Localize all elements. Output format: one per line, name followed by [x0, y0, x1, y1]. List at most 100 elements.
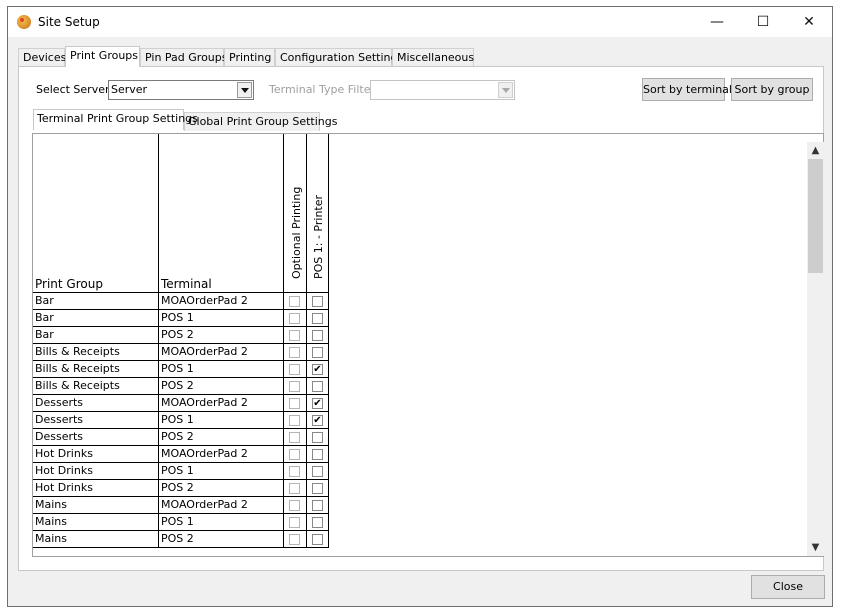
- table-row[interactable]: Hot Drinks POS 1: [33, 463, 329, 480]
- select-server-label: Select Server:: [36, 83, 114, 96]
- title-bar: Site Setup — ☐ ✕: [8, 7, 832, 37]
- column-header-terminal[interactable]: Terminal: [159, 134, 284, 293]
- pos1-printer-checkbox[interactable]: [312, 449, 323, 460]
- tab-printing[interactable]: Printing: [224, 48, 275, 66]
- table-row[interactable]: Desserts MOAOrderPad 2 ✔: [33, 395, 329, 412]
- optional-printing-checkbox[interactable]: [289, 466, 300, 477]
- cell-pos1-printer: [307, 497, 329, 514]
- cell-optional-printing: [284, 446, 307, 463]
- column-header-label: POS 1: - Printer: [312, 194, 325, 279]
- cell-pos1-printer: ✔: [307, 361, 329, 378]
- print-group-grid: Print Group Terminal Optional Printing P…: [32, 133, 824, 557]
- cell-terminal: POS 2: [159, 429, 284, 446]
- scrollbar-thumb[interactable]: [808, 159, 823, 273]
- table-row[interactable]: Bar POS 2: [33, 327, 329, 344]
- scroll-down-icon[interactable]: ▼: [807, 539, 824, 556]
- cell-print-group: Desserts: [33, 412, 159, 429]
- table-row[interactable]: Hot Drinks MOAOrderPad 2: [33, 446, 329, 463]
- pos1-printer-checkbox[interactable]: ✔: [312, 398, 323, 409]
- pos1-printer-checkbox[interactable]: [312, 500, 323, 511]
- tab-pin-pad-groups[interactable]: Pin Pad Groups: [140, 48, 228, 66]
- optional-printing-checkbox[interactable]: [289, 381, 300, 392]
- cell-terminal: POS 2: [159, 327, 284, 344]
- pos1-printer-checkbox[interactable]: ✔: [312, 415, 323, 426]
- cell-pos1-printer: [307, 514, 329, 531]
- optional-printing-checkbox[interactable]: [289, 330, 300, 341]
- optional-printing-checkbox[interactable]: [289, 364, 300, 375]
- table-row[interactable]: Mains POS 1: [33, 514, 329, 531]
- cell-print-group: Bills & Receipts: [33, 344, 159, 361]
- optional-printing-checkbox[interactable]: [289, 398, 300, 409]
- optional-printing-checkbox[interactable]: [289, 432, 300, 443]
- column-header-optional-printing[interactable]: Optional Printing: [284, 134, 307, 293]
- column-header-print-group[interactable]: Print Group: [33, 134, 159, 293]
- optional-printing-checkbox[interactable]: [289, 347, 300, 358]
- tab-terminal-print-group-settings[interactable]: Terminal Print Group Settings: [33, 109, 198, 130]
- cell-pos1-printer: [307, 446, 329, 463]
- tab-print-groups[interactable]: Print Groups: [65, 46, 140, 67]
- close-window-button[interactable]: ✕: [786, 7, 832, 37]
- optional-printing-checkbox[interactable]: [289, 500, 300, 511]
- tab-miscellaneous[interactable]: Miscellaneous: [392, 48, 474, 66]
- tab-configuration-settings[interactable]: Configuration Settings: [275, 48, 403, 66]
- cell-print-group: Hot Drinks: [33, 480, 159, 497]
- cell-optional-printing: [284, 514, 307, 531]
- server-select[interactable]: Server: [108, 80, 254, 100]
- column-header-label: Optional Printing: [290, 186, 303, 279]
- pos1-printer-checkbox[interactable]: [312, 330, 323, 341]
- pos1-printer-checkbox[interactable]: [312, 466, 323, 477]
- tab-global-print-group-settings[interactable]: Global Print Group Settings: [184, 112, 338, 131]
- optional-printing-checkbox[interactable]: [289, 449, 300, 460]
- optional-printing-checkbox[interactable]: [289, 313, 300, 324]
- cell-optional-printing: [284, 429, 307, 446]
- pos1-printer-checkbox[interactable]: [312, 534, 323, 545]
- pos1-printer-checkbox[interactable]: ✔: [312, 364, 323, 375]
- sort-by-terminal-button[interactable]: Sort by terminal: [642, 78, 732, 101]
- cell-print-group: Desserts: [33, 395, 159, 412]
- tab-devices[interactable]: Devices: [18, 48, 66, 66]
- maximize-button[interactable]: ☐: [740, 7, 786, 37]
- cell-print-group: Desserts: [33, 429, 159, 446]
- column-header-pos1-printer[interactable]: POS 1: - Printer: [307, 134, 329, 293]
- cell-terminal: POS 2: [159, 531, 284, 548]
- close-button[interactable]: Close: [751, 575, 825, 599]
- optional-printing-checkbox[interactable]: [289, 483, 300, 494]
- cell-pos1-printer: [307, 378, 329, 395]
- cell-terminal: MOAOrderPad 2: [159, 344, 284, 361]
- cell-optional-printing: [284, 344, 307, 361]
- table-row[interactable]: Mains POS 2: [33, 531, 329, 548]
- pos1-printer-checkbox[interactable]: [312, 296, 323, 307]
- terminal-type-filter-select[interactable]: [370, 80, 515, 100]
- pos1-printer-checkbox[interactable]: [312, 517, 323, 528]
- sort-by-group-button[interactable]: Sort by group: [731, 78, 813, 101]
- cell-optional-printing: [284, 531, 307, 548]
- minimize-button[interactable]: —: [694, 7, 740, 37]
- chevron-down-icon[interactable]: [498, 82, 513, 98]
- table-row[interactable]: Desserts POS 2: [33, 429, 329, 446]
- cell-print-group: Bar: [33, 327, 159, 344]
- pos1-printer-checkbox[interactable]: [312, 313, 323, 324]
- optional-printing-checkbox[interactable]: [289, 517, 300, 528]
- table-row[interactable]: Bills & Receipts POS 1 ✔: [33, 361, 329, 378]
- table-row[interactable]: Bills & Receipts MOAOrderPad 2: [33, 344, 329, 361]
- pos1-printer-checkbox[interactable]: [312, 432, 323, 443]
- table-row[interactable]: Bar MOAOrderPad 2: [33, 293, 329, 310]
- scroll-up-icon[interactable]: ▲: [807, 142, 824, 159]
- optional-printing-checkbox[interactable]: [289, 415, 300, 426]
- cell-terminal: MOAOrderPad 2: [159, 497, 284, 514]
- table-row[interactable]: Bills & Receipts POS 2: [33, 378, 329, 395]
- vertical-scrollbar[interactable]: ▲ ▼: [807, 142, 824, 556]
- cell-pos1-printer: [307, 310, 329, 327]
- cell-pos1-printer: [307, 531, 329, 548]
- chevron-down-icon[interactable]: [237, 82, 252, 98]
- optional-printing-checkbox[interactable]: [289, 534, 300, 545]
- table-row[interactable]: Bar POS 1: [33, 310, 329, 327]
- cell-print-group: Mains: [33, 497, 159, 514]
- pos1-printer-checkbox[interactable]: [312, 483, 323, 494]
- pos1-printer-checkbox[interactable]: [312, 381, 323, 392]
- optional-printing-checkbox[interactable]: [289, 296, 300, 307]
- table-row[interactable]: Mains MOAOrderPad 2: [33, 497, 329, 514]
- table-row[interactable]: Desserts POS 1 ✔: [33, 412, 329, 429]
- table-row[interactable]: Hot Drinks POS 2: [33, 480, 329, 497]
- pos1-printer-checkbox[interactable]: [312, 347, 323, 358]
